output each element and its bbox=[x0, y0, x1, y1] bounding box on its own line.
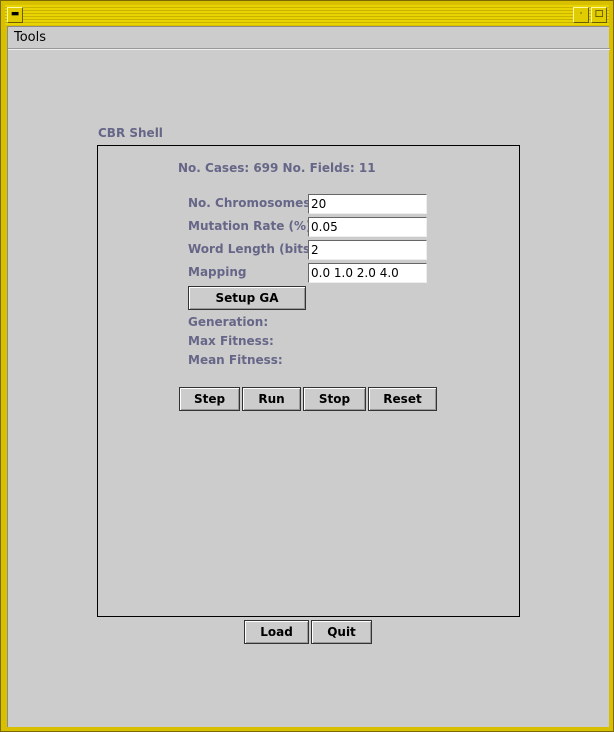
word-length-label: Word Length (bits) bbox=[188, 242, 316, 256]
mapping-label: Mapping bbox=[188, 265, 247, 279]
cases-info: No. Cases: 699 No. Fields: 11 bbox=[178, 161, 376, 175]
app-window: ▬ · □ Tools CBR Shell No. Cases: 699 No.… bbox=[0, 0, 614, 732]
quit-button[interactable]: Quit bbox=[311, 620, 372, 644]
reset-button[interactable]: Reset bbox=[368, 387, 437, 411]
chromosomes-label: No. Chromosomes bbox=[188, 196, 311, 210]
mutation-rate-input[interactable]: 0.05 bbox=[308, 217, 427, 237]
mean-fitness-label: Mean Fitness: bbox=[188, 353, 283, 367]
title-bar[interactable]: ▬ · □ bbox=[5, 5, 609, 25]
menu-bar: Tools bbox=[8, 27, 610, 49]
word-length-input[interactable]: 2 bbox=[308, 240, 427, 260]
load-button[interactable]: Load bbox=[244, 620, 309, 644]
setup-ga-button[interactable]: Setup GA bbox=[188, 286, 306, 310]
mutation-rate-label: Mutation Rate (%) bbox=[188, 219, 312, 233]
stop-button[interactable]: Stop bbox=[303, 387, 366, 411]
cbr-shell-panel: No. Cases: 699 No. Fields: 11 No. Chromo… bbox=[97, 145, 520, 617]
generation-label: Generation: bbox=[188, 315, 269, 329]
menu-tools[interactable]: Tools bbox=[14, 30, 46, 45]
window-menu-icon[interactable]: ▬ bbox=[7, 7, 23, 23]
max-fitness-label: Max Fitness: bbox=[188, 334, 274, 348]
run-button[interactable]: Run bbox=[242, 387, 301, 411]
mapping-input[interactable]: 0.0 1.0 2.0 4.0 bbox=[308, 263, 427, 283]
maximize-icon[interactable]: □ bbox=[591, 7, 607, 23]
chromosomes-input[interactable]: 20 bbox=[308, 194, 427, 214]
step-button[interactable]: Step bbox=[179, 387, 240, 411]
client-area: Tools CBR Shell No. Cases: 699 No. Field… bbox=[7, 26, 610, 727]
panel-title: CBR Shell bbox=[98, 126, 163, 140]
minimize-icon[interactable]: · bbox=[573, 7, 589, 23]
